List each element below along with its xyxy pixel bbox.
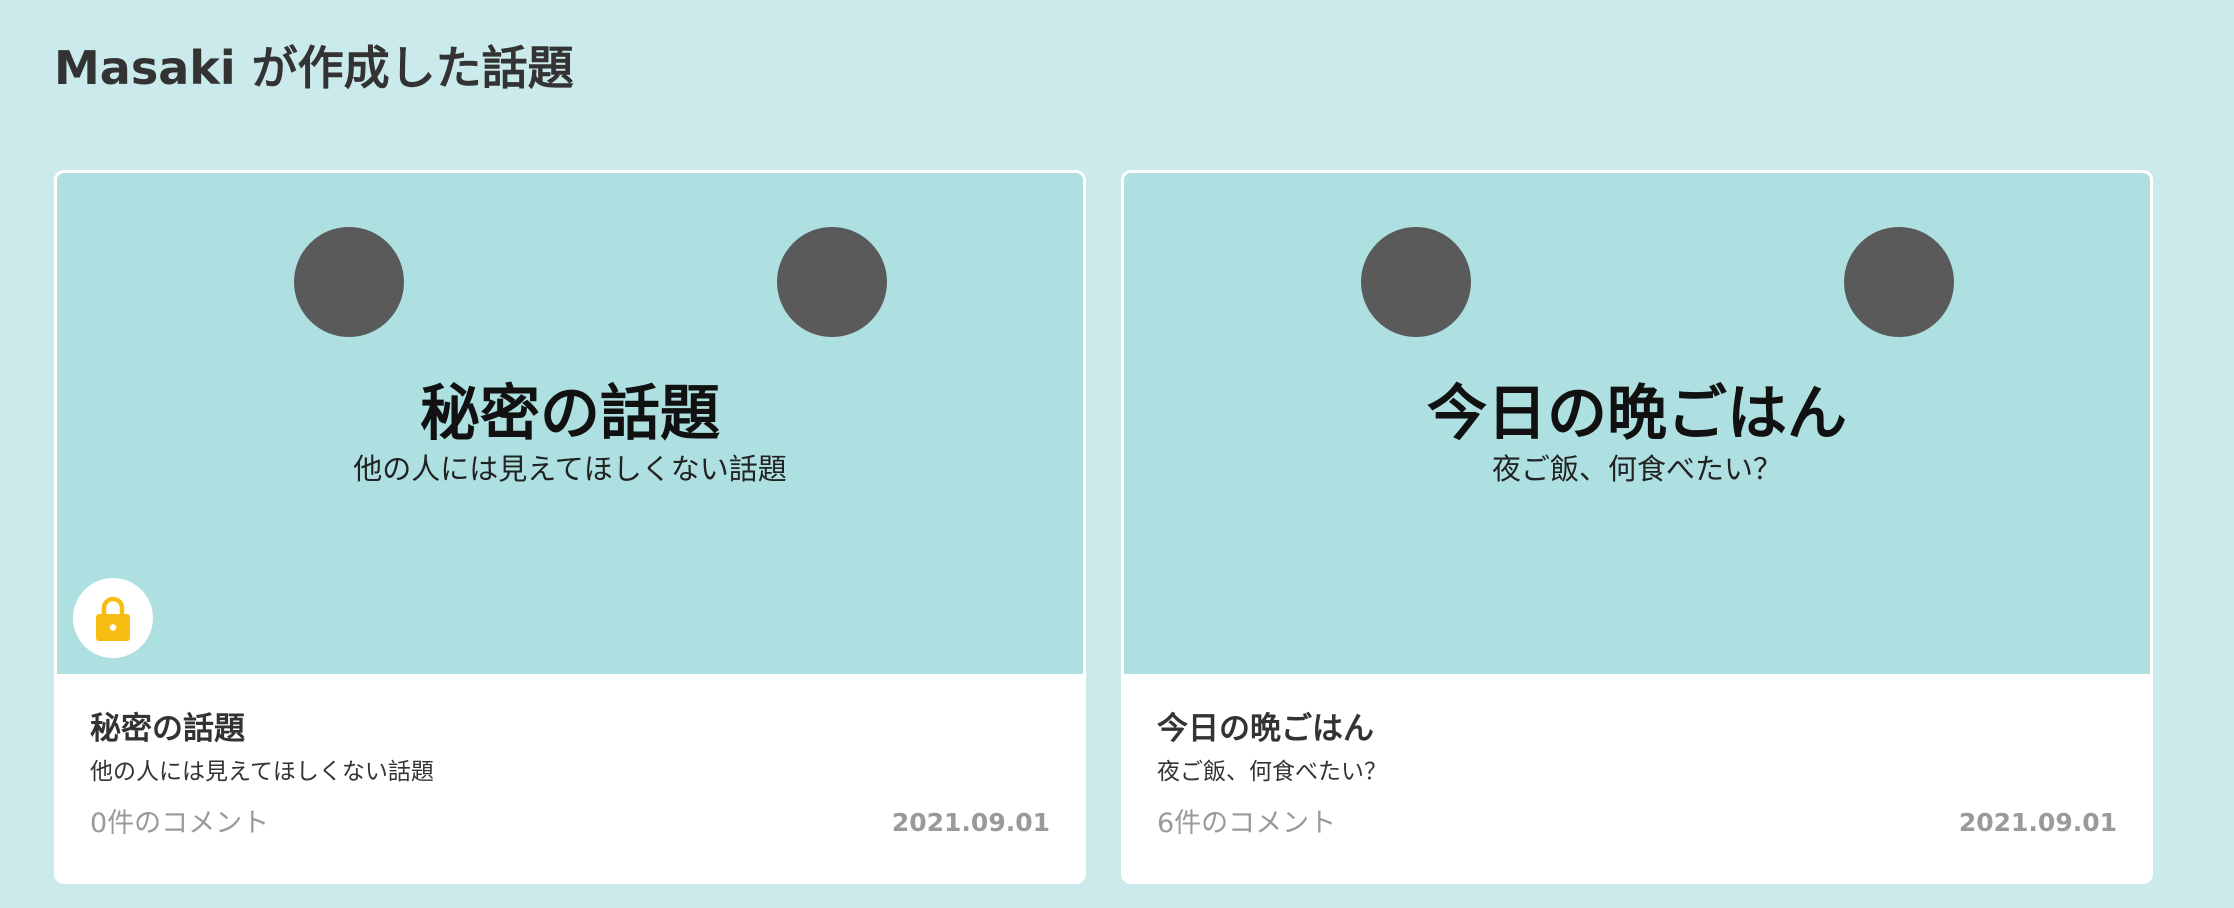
topic-card-body: 秘密の話題 他の人には見えてほしくない話題 0件のコメント 2021.09.01 [57,674,1083,881]
lock-icon [96,596,130,641]
topic-date: 2021.09.01 [891,808,1050,837]
topic-card-body: 今日の晩ごはん 夜ご飯、何食べたい？ 6件のコメント 2021.09.01 [1124,674,2150,881]
thumbnail-title: 秘密の話題 [420,379,720,449]
topic-card-secret[interactable]: 秘密の話題 他の人には見えてほしくない話題 秘密の話題 他の人には見えてほしくな… [54,170,1086,884]
thumbnail-title: 今日の晩ごはん [1427,379,1847,449]
private-badge [73,578,153,658]
topic-card-dinner[interactable]: 今日の晩ごはん 夜ご飯、何食べたい？ 今日の晩ごはん 夜ご飯、何食べたい？ 6件… [1121,170,2153,884]
topic-thumbnail: 秘密の話題 他の人には見えてほしくない話題 [57,173,1083,674]
topic-title: 今日の晩ごはん [1157,711,1374,747]
topic-description: 他の人には見えてほしくない話題 [90,759,434,785]
left-eye-circle [294,227,404,337]
topic-description: 夜ご飯、何食べたい？ [1157,759,1387,785]
topic-title: 秘密の話題 [90,711,245,747]
topic-date: 2021.09.01 [1958,808,2117,837]
right-eye-circle [1844,227,1954,337]
thumbnail-subtitle: 夜ご飯、何食べたい？ [1491,452,1782,486]
left-eye-circle [1361,227,1471,337]
comment-count: 6件のコメント [1157,808,1337,839]
page-title: Masaki が作成した話題 [54,41,574,95]
topic-thumbnail: 今日の晩ごはん 夜ご飯、何食べたい？ [1124,173,2150,674]
comment-count: 0件のコメント [90,808,270,839]
right-eye-circle [777,227,887,337]
thumbnail-subtitle: 他の人には見えてほしくない話題 [353,452,787,486]
